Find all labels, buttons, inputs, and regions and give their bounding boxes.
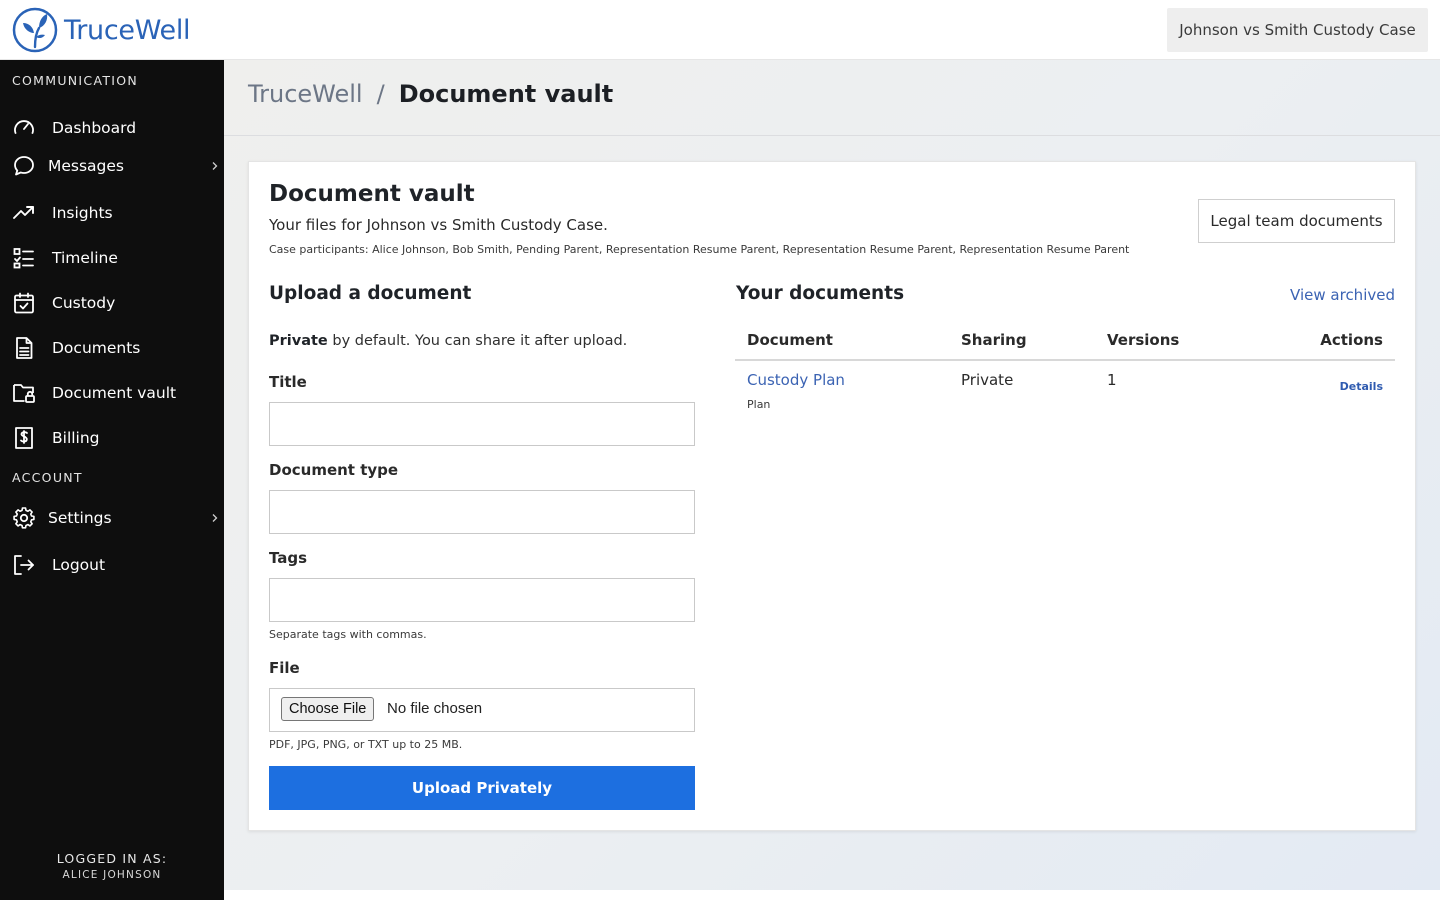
brand-name: TruceWell (64, 14, 191, 46)
file-help-text: PDF, JPG, PNG, or TXT up to 25 MB. (269, 738, 463, 751)
sidebar-item-dashboard[interactable]: Dashboard (0, 108, 224, 148)
document-type: Plan (747, 398, 771, 411)
sidebar-item-logout[interactable]: Logout (0, 545, 224, 585)
gear-icon (13, 507, 35, 529)
title-label: Title (269, 373, 307, 391)
logged-in-user: ALICE JOHNSON (62, 869, 162, 881)
column-header-actions: Actions (1245, 320, 1395, 361)
trending-up-icon (13, 206, 34, 219)
page-title: Document vault (269, 181, 475, 207)
document-type-input[interactable] (269, 490, 695, 534)
tags-input[interactable] (269, 578, 695, 622)
actions-cell: Details (1245, 360, 1395, 422)
file-input[interactable]: Choose File No file chosen (269, 688, 695, 732)
sidebar-item-label: Documents (52, 339, 141, 357)
documents-heading: Your documents (736, 283, 905, 304)
sidebar-item-label: Logout (52, 556, 106, 574)
logout-icon (14, 555, 34, 575)
table-row: Custody Plan Plan Private 1 Details (735, 360, 1395, 422)
table-header-row: Document Sharing Versions Actions (735, 320, 1395, 361)
checklist-icon (13, 248, 34, 269)
sidebar-section-communication: COMMUNICATION (12, 73, 139, 88)
sidebar-item-label: Settings (48, 509, 112, 527)
details-link[interactable]: Details (1340, 380, 1383, 393)
column-header-versions: Versions (1095, 320, 1245, 361)
brand-logo[interactable]: TruceWell (12, 7, 191, 53)
breadcrumb-bar: TruceWell / Document vault (224, 60, 1440, 136)
sharing-cell: Private (961, 371, 1014, 389)
sidebar-item-billing[interactable]: Billing (0, 418, 224, 458)
privacy-note-bold: Private (269, 333, 328, 349)
sidebar-item-settings[interactable]: Settings (0, 498, 224, 538)
tags-label: Tags (269, 549, 308, 567)
case-selector[interactable]: Johnson vs Smith Custody Case (1167, 8, 1428, 52)
sidebar-section-account: ACCOUNT (12, 470, 83, 485)
column-header-sharing: Sharing (949, 320, 1095, 361)
legal-team-documents-button[interactable]: Legal team documents (1198, 199, 1395, 243)
sidebar-item-label: Custody (52, 294, 116, 312)
sidebar-item-label: Billing (52, 429, 100, 447)
sprout-logo-icon (12, 7, 58, 53)
file-label: File (269, 659, 300, 677)
case-participants: Case participants: Alice Johnson, Bob Sm… (269, 243, 1130, 256)
privacy-note: Private by default. You can share it aft… (269, 333, 627, 349)
sidebar-item-document-vault[interactable]: Document vault (0, 373, 224, 413)
sidebar-item-label: Timeline (52, 249, 118, 267)
breadcrumb: TruceWell / Document vault (248, 80, 613, 108)
choose-file-button[interactable]: Choose File (281, 697, 375, 721)
logged-in-info: LOGGED IN AS: ALICE JOHNSON (0, 851, 224, 881)
chevron-right-icon (212, 162, 218, 170)
upload-heading: Upload a document (269, 283, 472, 304)
sidebar-item-label: Document vault (52, 384, 177, 402)
title-input[interactable] (269, 402, 695, 446)
sidebar-item-timeline[interactable]: Timeline (0, 238, 224, 278)
invoice-dollar-icon (15, 427, 33, 449)
upload-privately-button[interactable]: Upload Privately (269, 766, 695, 810)
sidebar-item-label: Dashboard (52, 119, 137, 137)
document-cell: Custody Plan Plan (735, 360, 949, 422)
sidebar: COMMUNICATION Dashboard Messages Insight… (0, 60, 224, 900)
breadcrumb-home-link[interactable]: TruceWell (248, 80, 363, 108)
sidebar-item-messages[interactable]: Messages (0, 146, 224, 186)
sidebar-item-insights[interactable]: Insights (0, 193, 224, 233)
file-status: No file chosen (387, 700, 483, 717)
sidebar-item-documents[interactable]: Documents (0, 328, 224, 368)
view-archived-link[interactable]: View archived (1290, 286, 1395, 304)
sidebar-item-label: Messages (48, 157, 125, 175)
folder-lock-icon (13, 384, 35, 403)
breadcrumb-separator: / (376, 80, 385, 108)
documents-table: Document Sharing Versions Actions Custod… (735, 320, 1395, 422)
chevron-right-icon (212, 514, 218, 522)
document-vault-card: Document vault Your files for Johnson vs… (248, 161, 1416, 831)
page-subtitle: Your files for Johnson vs Smith Custody … (269, 216, 608, 234)
sidebar-item-custody[interactable]: Custody (0, 283, 224, 323)
document-name-link[interactable]: Custody Plan (747, 371, 937, 389)
column-header-document: Document (735, 320, 949, 361)
main-content: TruceWell / Document vault Document vaul… (224, 60, 1440, 890)
logged-in-label: LOGGED IN AS: (56, 851, 168, 866)
privacy-note-text: by default. You can share it after uploa… (327, 333, 628, 349)
gauge-icon (14, 120, 34, 134)
document-type-label: Document type (269, 461, 399, 479)
sidebar-item-label: Insights (52, 204, 113, 222)
document-icon (16, 337, 33, 359)
versions-cell: 1 (1107, 371, 1117, 389)
top-header: TruceWell Johnson vs Smith Custody Case (0, 0, 1440, 60)
tags-help-text: Separate tags with commas. (269, 628, 427, 641)
chat-bubble-icon (14, 156, 34, 176)
calendar-check-icon (14, 292, 34, 314)
breadcrumb-current: Document vault (398, 80, 614, 108)
